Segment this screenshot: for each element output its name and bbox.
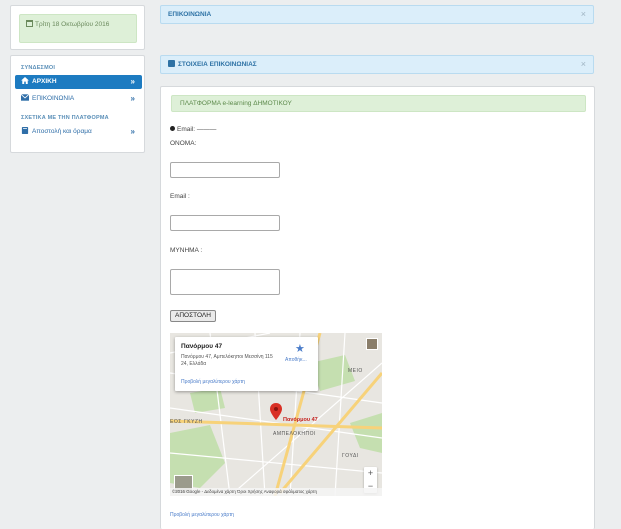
close-icon[interactable]: × xyxy=(581,6,586,23)
home-icon xyxy=(21,77,29,84)
map-footer: ©2016 Google - Δεδομένα χάρτη Όροι Χρήση… xyxy=(170,488,382,496)
date-panel: Τρίτη 18 Οκτωβρίου 2016 xyxy=(10,5,145,50)
envelope-icon xyxy=(21,94,29,101)
zoom-in-button[interactable]: + xyxy=(364,467,377,480)
google-map[interactable]: ΜΕΙΟ ΓΚΥΖΗ ΑΜΠΕΛΟΚΗΠΟΙ ΓΟΥΔΙ ΕΟΣ Πανόρμο… xyxy=(170,333,382,496)
message-textarea[interactable] xyxy=(170,269,280,295)
street-label: ΓΚΥΖΗ xyxy=(184,419,203,425)
chevron-right-icon: » xyxy=(130,94,135,103)
sidebar-item-label: ΕΠΙΚΟΙΝΩΝΙΑ xyxy=(32,95,75,102)
map-larger-link[interactable]: Προβολή μεγαλύτερου χάρτη xyxy=(170,512,234,518)
sidebar-section-about: ΣΧΕΤΙΚΑ ΜΕ ΤΗΝ ΠΛΑΤΦΟΡΜΑ xyxy=(21,115,109,121)
email-line: Email: ——— xyxy=(170,126,216,133)
date-text: Τρίτη 18 Οκτωβρίου 2016 xyxy=(35,21,110,28)
sidebar-menu: ΣΥΝΔΕΣΜΟΙ ΑΡΧΙΚΗ » ΕΠΙΚΟΙΝΩΝΙΑ » ΣΧΕΤΙΚΑ… xyxy=(10,55,145,153)
platform-title: ΠΛΑΤΦΟΡΜΑ e-learning ΔΗΜΟΤΙΚΟΥ xyxy=(171,95,586,112)
name-field[interactable] xyxy=(170,162,280,178)
map-place-name: Πανόρμου 47 xyxy=(181,343,223,350)
street-label: ΕΟΣ xyxy=(170,419,182,425)
page-header-bar: ΕΠΙΚΟΙΝΩΝΙΑ × xyxy=(160,5,594,24)
map-photo-thumbnail[interactable] xyxy=(366,338,378,350)
name-label: ΟΝΟΜΑ: xyxy=(170,140,197,147)
bullet-icon xyxy=(170,126,175,131)
chevron-right-icon: » xyxy=(130,77,135,86)
sidebar-item-label: ΑΡΧΙΚΗ xyxy=(32,78,57,85)
calendar-icon xyxy=(26,20,33,27)
map-pin-label: Πανόρμου 47 xyxy=(283,417,318,423)
phone-icon xyxy=(168,60,175,67)
sidebar-section-links: ΣΥΝΔΕΣΜΟΙ xyxy=(21,65,56,71)
map-save-link[interactable]: Αποθήκ... xyxy=(285,357,307,363)
close-icon[interactable]: × xyxy=(581,56,586,73)
send-button[interactable]: ΑΠΟΣΤΟΛΗ xyxy=(170,310,216,322)
sidebar-item-mission[interactable]: Αποστολή και όραμα » xyxy=(15,125,142,139)
contact-info-title: ΣΤΟΙΧΕΙΑ ΕΠΙΚΟΙΝΩΝΙΑΣ xyxy=(178,61,257,68)
map-info-card: Πανόρμου 47 Πανόρμου 47, Αμπελόκηποι Μεσ… xyxy=(175,337,318,391)
contact-info-bar: ΣΤΟΙΧΕΙΑ ΕΠΙΚΟΙΝΩΝΙΑΣ × xyxy=(160,55,594,74)
message-label: ΜΥΝΗΜΑ : xyxy=(170,247,203,254)
sidebar-item-contact[interactable]: ΕΠΙΚΟΙΝΩΝΙΑ » xyxy=(15,92,142,106)
street-label: ΓΟΥΔΙ xyxy=(342,453,359,459)
page-title: ΕΠΙΚΟΙΝΩΝΙΑ xyxy=(168,11,212,18)
date-box: Τρίτη 18 Οκτωβρίου 2016 xyxy=(19,14,137,43)
street-label: ΜΕΙΟ xyxy=(348,368,363,374)
book-icon xyxy=(21,127,29,134)
email-line-text: Email: ——— xyxy=(177,126,217,133)
star-icon[interactable]: ★ xyxy=(295,342,305,355)
sidebar-item-home[interactable]: ΑΡΧΙΚΗ » xyxy=(15,75,142,89)
contact-content-panel: ΠΛΑΤΦΟΡΜΑ e-learning ΔΗΜΟΤΙΚΟΥ Email: ——… xyxy=(160,86,595,529)
map-bigger-link[interactable]: Προβολή μεγαλύτερου χάρτη xyxy=(181,379,245,385)
street-label: ΑΜΠΕΛΟΚΗΠΟΙ xyxy=(273,431,316,437)
map-address: Πανόρμου 47, Αμπελόκηποι Μεσσίνη 115 24,… xyxy=(181,354,273,367)
chevron-right-icon: » xyxy=(130,127,135,136)
email-label: Email : xyxy=(170,193,190,200)
email-field[interactable] xyxy=(170,215,280,231)
sidebar-item-label: Αποστολή και όραμα xyxy=(32,128,92,135)
